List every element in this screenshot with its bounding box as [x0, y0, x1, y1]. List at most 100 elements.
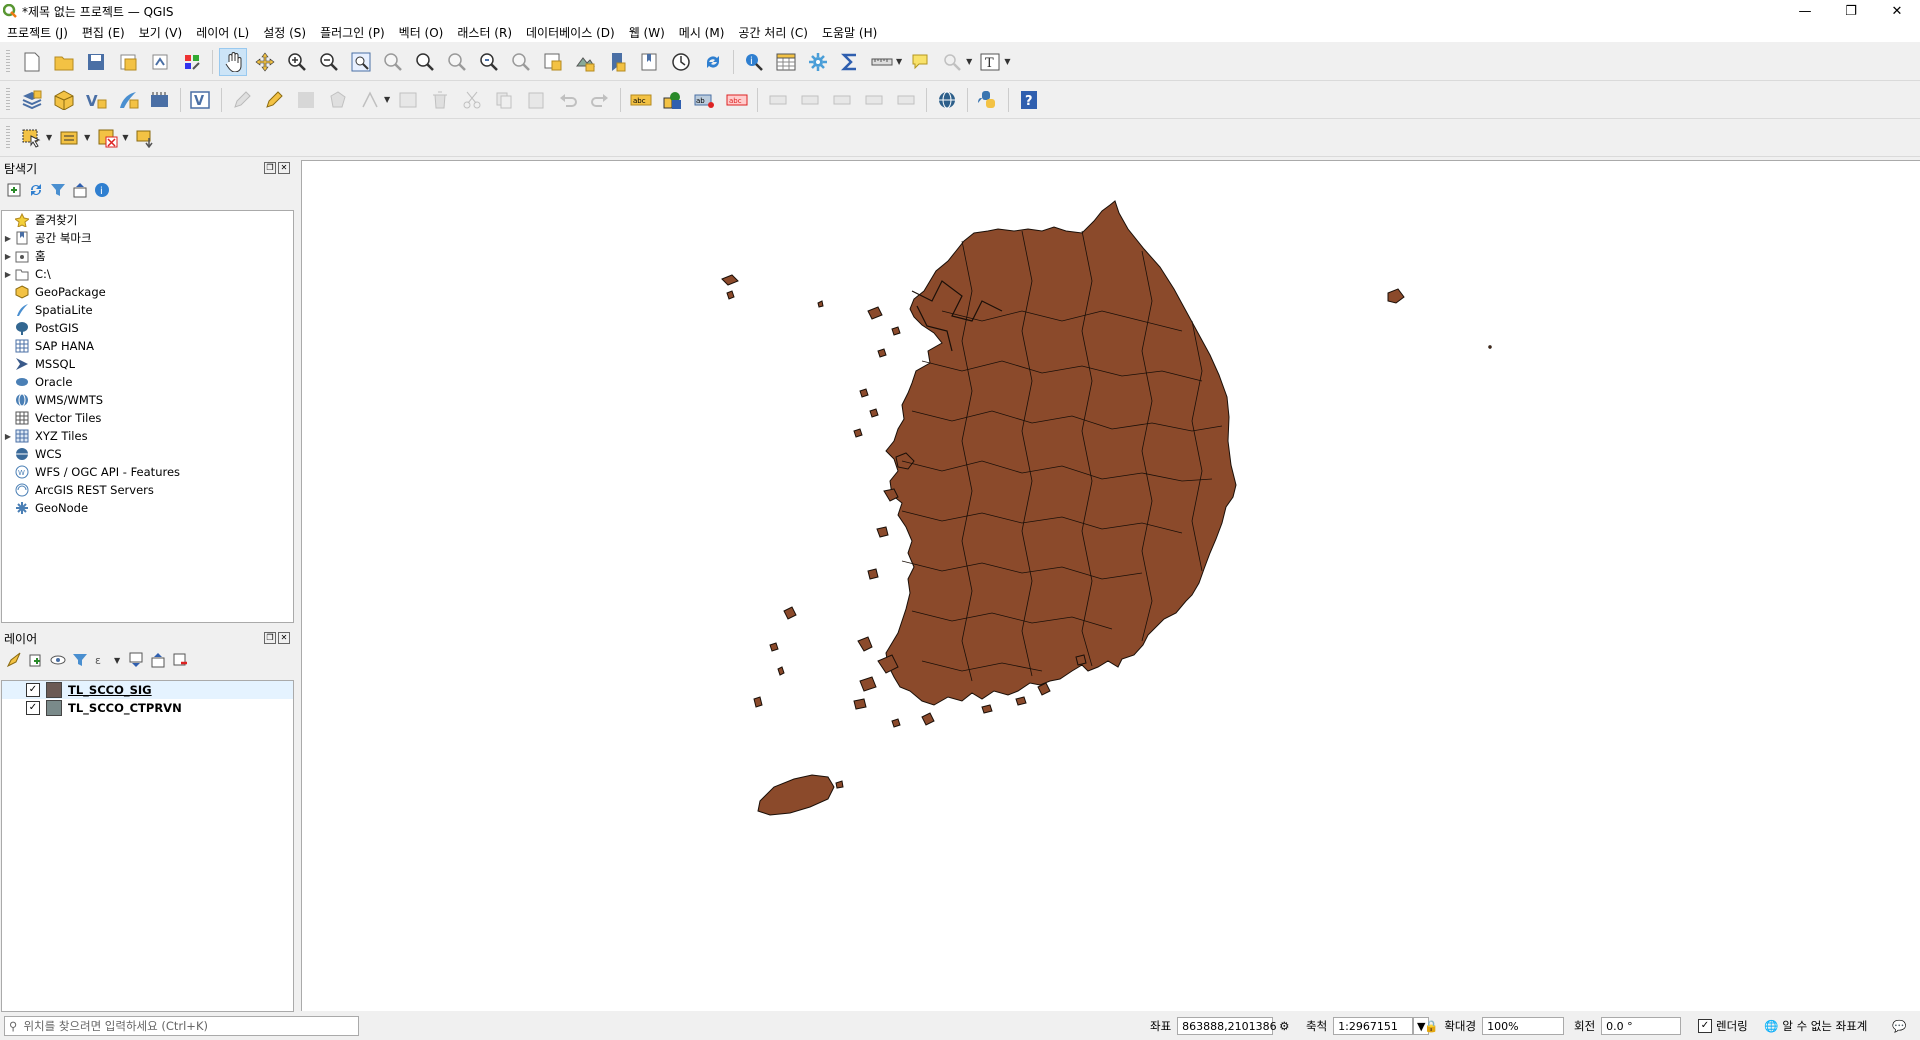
help-icon[interactable]: ?	[1015, 86, 1043, 114]
zoom-native-icon[interactable]	[443, 48, 471, 76]
unpin-labels-icon[interactable]	[892, 86, 920, 114]
close-panel-icon[interactable]: ✕	[278, 632, 290, 644]
layer-labeling-icon[interactable]: abc	[627, 86, 655, 114]
statistical-summary-icon[interactable]	[836, 48, 864, 76]
open-layer-styling-icon[interactable]	[6, 652, 22, 668]
expand-arrow-icon[interactable]: ▶	[2, 234, 14, 243]
menu-database[interactable]: 데이터베이스 (D)	[519, 24, 622, 41]
current-edits-icon[interactable]	[228, 86, 256, 114]
browser-item-favorites[interactable]: 즐겨찾기	[2, 211, 293, 229]
new-temporary-layer-icon[interactable]	[146, 86, 174, 114]
menu-raster[interactable]: 래스터 (R)	[450, 24, 519, 41]
menu-web[interactable]: 웹 (W)	[622, 24, 672, 41]
undo-icon[interactable]	[554, 86, 582, 114]
browser-item-postgis[interactable]: PostGIS	[2, 319, 293, 337]
zoom-in-icon[interactable]	[283, 48, 311, 76]
browser-item-wcs[interactable]: WCS	[2, 445, 293, 463]
new-3d-map-view-icon[interactable]	[571, 48, 599, 76]
save-layer-edits-icon[interactable]	[292, 86, 320, 114]
zoom-last-icon[interactable]	[475, 48, 503, 76]
lock-scale-icon[interactable]: 🔒	[1424, 1019, 1438, 1033]
render-checkbox[interactable]: ✓	[1698, 1019, 1712, 1033]
toolbar-grip[interactable]	[6, 87, 10, 112]
data-source-manager-icon[interactable]	[18, 86, 46, 114]
new-spatialite-layer-icon[interactable]	[114, 86, 142, 114]
browser-item-spatialite[interactable]: SpatiaLite	[2, 301, 293, 319]
new-map-view-icon[interactable]	[539, 48, 567, 76]
restore-button[interactable]: ❐	[1828, 0, 1874, 22]
menu-layer[interactable]: 레이어 (L)	[189, 24, 256, 41]
layer-visibility-checkbox[interactable]: ✓	[26, 701, 40, 715]
browser-item-wfs[interactable]: W WFS / OGC API - Features	[2, 463, 293, 481]
map-render[interactable]	[302, 161, 1919, 1010]
menu-edit[interactable]: 편집 (E)	[75, 24, 132, 41]
layer-visibility-checkbox[interactable]: ✓	[26, 683, 40, 697]
layer-row[interactable]: ✓ TL_SCCO_SIG	[2, 681, 293, 699]
pan-map-icon[interactable]	[219, 47, 247, 76]
zoom-full-icon[interactable]	[347, 48, 375, 76]
filter-browser-icon[interactable]	[50, 182, 66, 198]
menu-plugins[interactable]: 플러그인 (P)	[313, 24, 392, 41]
browser-item-home[interactable]: ▶ 홈	[2, 247, 293, 265]
browser-item-spatial-bookmarks[interactable]: ▶ 공간 북마크	[2, 229, 293, 247]
select-features-icon[interactable]	[18, 124, 46, 152]
scale-field[interactable]: 1:2967151	[1333, 1017, 1414, 1035]
browser-item-arcgis-rest[interactable]: ArcGIS REST Servers	[2, 481, 293, 499]
toggle-extents-icon[interactable]: ⚙	[1279, 1019, 1289, 1033]
cut-features-icon[interactable]	[458, 86, 486, 114]
pin-labels-icon[interactable]: ab	[691, 86, 719, 114]
temporal-controller-icon[interactable]	[667, 48, 695, 76]
browser-item-c-drive[interactable]: ▶ C:\	[2, 265, 293, 283]
layout-manager-icon[interactable]	[146, 48, 174, 76]
new-spatial-bookmark-icon[interactable]	[603, 48, 631, 76]
map-canvas[interactable]	[301, 160, 1920, 1011]
expand-arrow-icon[interactable]: ▶	[2, 432, 14, 441]
menu-mesh[interactable]: 메시 (M)	[672, 24, 732, 41]
browser-item-wms-wmts[interactable]: WMS/WMTS	[2, 391, 293, 409]
browser-item-oracle[interactable]: Oracle	[2, 373, 293, 391]
open-project-icon[interactable]	[50, 48, 78, 76]
paste-features-icon[interactable]	[522, 86, 550, 114]
menu-processing[interactable]: 공간 처리 (C)	[731, 24, 815, 41]
filter-legend-icon[interactable]	[72, 652, 88, 668]
processing-toolbox-icon[interactable]	[804, 48, 832, 76]
pan-to-selection-icon[interactable]	[251, 48, 279, 76]
messages-icon[interactable]: 💬	[1892, 1016, 1906, 1036]
toolbar-grip[interactable]	[6, 49, 10, 74]
style-manager-icon[interactable]	[178, 48, 206, 76]
plugin-globe-icon[interactable]	[933, 86, 961, 114]
menu-vector[interactable]: 벡터 (O)	[392, 24, 451, 41]
crs-group[interactable]: 🌐 알 수 없는 좌표계	[1764, 1016, 1867, 1036]
menu-settings[interactable]: 설정 (S)	[256, 24, 313, 41]
manage-map-themes-icon[interactable]	[50, 652, 66, 668]
zoom-to-layer-icon[interactable]	[411, 48, 439, 76]
collapse-all-icon[interactable]	[72, 182, 88, 198]
show-bookmarks-icon[interactable]	[635, 48, 663, 76]
properties-info-icon[interactable]: i	[94, 182, 110, 198]
copy-features-icon[interactable]	[490, 86, 518, 114]
zoom-to-selection-icon[interactable]	[379, 48, 407, 76]
browser-item-sap-hana[interactable]: SAP HANA	[2, 337, 293, 355]
select-by-location-icon[interactable]	[938, 48, 966, 76]
minimize-button[interactable]: —	[1782, 0, 1828, 22]
close-button[interactable]: ✕	[1874, 0, 1920, 22]
add-group-icon[interactable]	[28, 652, 44, 668]
new-print-layout-icon[interactable]	[114, 48, 142, 76]
browser-item-mssql[interactable]: MSSQL	[2, 355, 293, 373]
new-virtual-layer-icon[interactable]: V	[187, 86, 215, 114]
label-properties-icon[interactable]	[860, 86, 888, 114]
toolbar-grip[interactable]	[6, 125, 10, 150]
layer-symbol-swatch[interactable]	[46, 682, 62, 698]
python-console-icon[interactable]	[974, 86, 1002, 114]
layer-symbol-swatch[interactable]	[46, 700, 62, 716]
expand-arrow-icon[interactable]: ▶	[2, 270, 14, 279]
identify-features-icon[interactable]: i	[740, 48, 768, 76]
menu-project[interactable]: 프로젝트 (J)	[0, 24, 75, 41]
select-by-expression-icon[interactable]	[56, 124, 84, 152]
remove-layer-icon[interactable]	[172, 652, 188, 668]
show-hide-labels-icon[interactable]: abc	[723, 86, 751, 114]
new-project-icon[interactable]	[18, 48, 46, 76]
layer-row[interactable]: ✓ TL_SCCO_CTPRVN	[2, 699, 293, 717]
new-shapefile-layer-icon[interactable]: V	[82, 86, 110, 114]
browser-item-vector-tiles[interactable]: Vector Tiles	[2, 409, 293, 427]
